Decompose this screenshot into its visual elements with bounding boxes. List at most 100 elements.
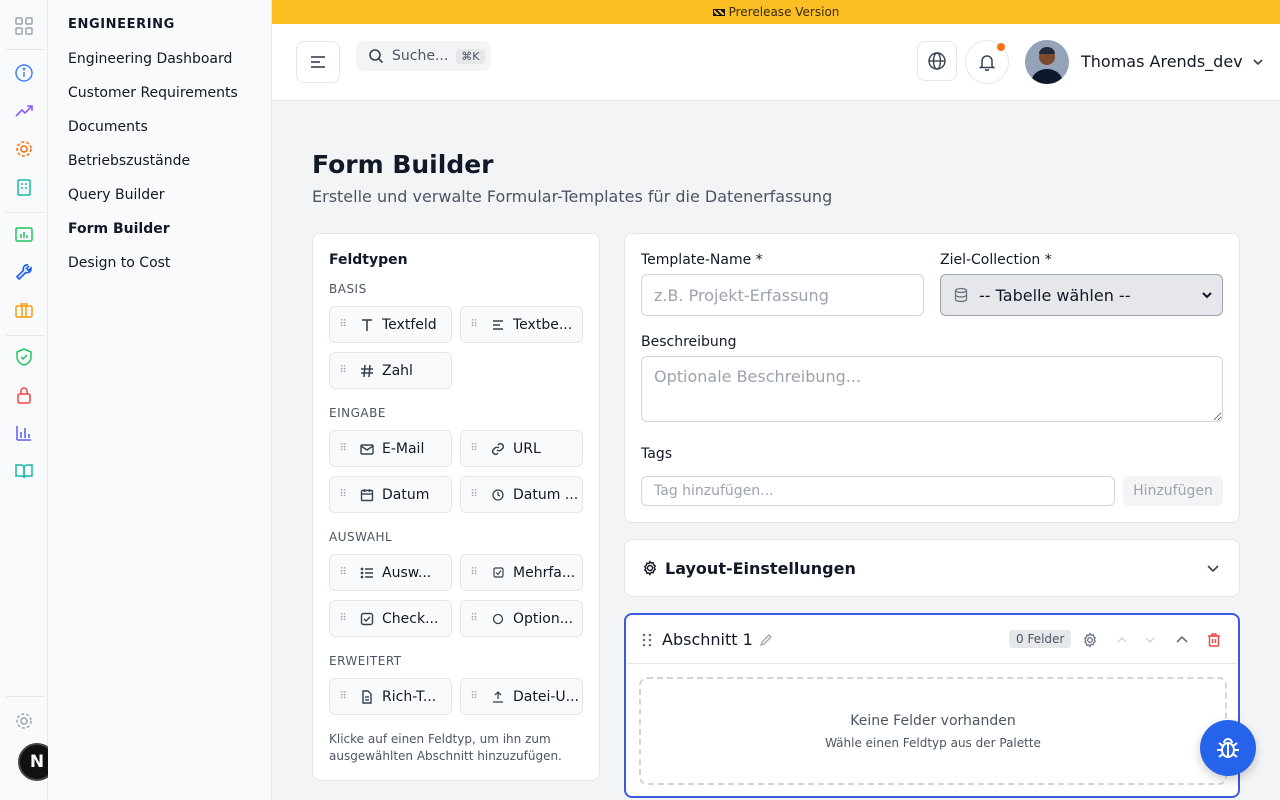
- delete-icon[interactable]: [1204, 630, 1224, 650]
- group-auswahl: AUSWAHL: [329, 530, 393, 544]
- user-avatar[interactable]: [1025, 40, 1069, 84]
- tag-input[interactable]: [641, 476, 1115, 506]
- template-name-label: Template-Name *: [641, 252, 763, 268]
- collection-label: Ziel-Collection *: [940, 252, 1052, 268]
- file-text-icon: [356, 689, 378, 704]
- user-menu[interactable]: Thomas Arends_dev: [1081, 52, 1265, 71]
- drag-handle-icon[interactable]: ⠿: [330, 691, 356, 702]
- field-zahl[interactable]: ⠿ Zahl: [329, 352, 452, 389]
- briefcase-icon[interactable]: [14, 300, 34, 320]
- field-textfeld[interactable]: ⠿ Textfeld: [329, 306, 452, 343]
- drag-handle-icon[interactable]: ⠿: [461, 613, 487, 624]
- chevron-down-icon[interactable]: [1203, 558, 1223, 578]
- layout-settings-panel[interactable]: Layout-Einstellungen: [624, 539, 1240, 597]
- nav-item-engineering-dashboard[interactable]: Engineering Dashboard: [68, 51, 232, 67]
- drag-handle-icon[interactable]: ⠿: [330, 443, 356, 454]
- nav-section-title: ENGINEERING: [68, 17, 175, 32]
- shield-check-icon[interactable]: [14, 347, 34, 367]
- search-shortcut: ⌘K: [456, 48, 485, 64]
- template-name-input[interactable]: [641, 274, 924, 316]
- drag-handle-icon[interactable]: ⠿: [461, 443, 487, 454]
- book-open-icon[interactable]: [14, 461, 34, 481]
- bug-report-button[interactable]: [1200, 720, 1256, 776]
- pencil-icon[interactable]: [756, 630, 776, 650]
- description-label: Beschreibung: [641, 334, 737, 350]
- field-mehrfach[interactable]: ⠿ Mehrfa...: [460, 554, 583, 591]
- building-icon[interactable]: [14, 177, 34, 197]
- field-textbereich[interactable]: ⠿ Textbe...: [460, 306, 583, 343]
- drag-handle-icon[interactable]: ⠿: [330, 567, 356, 578]
- field-datum-zeit[interactable]: ⠿ Datum ...: [460, 476, 583, 513]
- group-eingabe: EINGABE: [329, 406, 386, 420]
- drag-handle-icon[interactable]: ⠿: [461, 691, 487, 702]
- field-richtext[interactable]: ⠿ Rich-T...: [329, 678, 452, 715]
- sidebar-toggle-button[interactable]: [296, 41, 340, 83]
- nav-item-documents[interactable]: Documents: [68, 119, 148, 135]
- search-box[interactable]: Suche... ⌘K: [356, 41, 491, 71]
- move-down-icon[interactable]: [1140, 630, 1160, 650]
- drag-handle-icon[interactable]: ⠿: [330, 489, 356, 500]
- top-header: Suche... ⌘K Thomas Arends_dev: [272, 24, 1280, 101]
- nav-item-form-builder[interactable]: Form Builder: [68, 221, 170, 237]
- field-checkbox[interactable]: ⠿ Check...: [329, 600, 452, 637]
- nav-item-customer-requirements[interactable]: Customer Requirements: [68, 85, 238, 101]
- section-settings-icon[interactable]: [1080, 630, 1100, 650]
- info-icon[interactable]: [14, 63, 34, 83]
- field-count-badge: 0 Felder: [1009, 630, 1072, 648]
- lock-icon[interactable]: [14, 385, 34, 405]
- group-basis: BASIS: [329, 282, 367, 296]
- notifications-button[interactable]: [965, 40, 1009, 84]
- drag-handle-icon[interactable]: [637, 630, 657, 650]
- field-datei-upload[interactable]: ⠿ Datei-U...: [460, 678, 583, 715]
- user-name: Thomas Arends_dev: [1081, 52, 1243, 71]
- field-datum[interactable]: ⠿ Datum: [329, 476, 452, 513]
- bug-icon: [1217, 738, 1239, 758]
- drag-handle-icon[interactable]: ⠿: [330, 319, 356, 330]
- search-placeholder: Suche...: [392, 48, 449, 64]
- list-icon: [356, 566, 378, 580]
- palette-hint: Klicke auf einen Feldtyp, um ihn zum aus…: [329, 732, 562, 763]
- page-title: Form Builder: [312, 150, 494, 179]
- field-auswahl[interactable]: ⠿ Ausw...: [329, 554, 452, 591]
- drag-handle-icon[interactable]: ⠿: [461, 567, 487, 578]
- nav-item-betriebszustaende[interactable]: Betriebszustände: [68, 153, 190, 169]
- search-icon: [369, 49, 384, 64]
- trending-up-icon[interactable]: [14, 101, 34, 121]
- radio-icon: [487, 613, 509, 625]
- menu-icon: [311, 56, 325, 68]
- description-textarea[interactable]: [641, 356, 1223, 422]
- drag-handle-icon[interactable]: ⠿: [461, 319, 487, 330]
- field-dropzone[interactable]: Keine Felder vorhanden Wähle einen Feldt…: [639, 677, 1227, 785]
- link-icon: [487, 442, 509, 456]
- drag-handle-icon[interactable]: ⠿: [330, 613, 356, 624]
- move-up-icon[interactable]: [1112, 630, 1132, 650]
- banner-text: Prerelease Version: [728, 5, 840, 19]
- gear-orange-icon[interactable]: [14, 139, 34, 159]
- bar-chart-icon[interactable]: [14, 423, 34, 443]
- empty-title: Keine Felder vorhanden: [850, 713, 1016, 729]
- settings-icon[interactable]: [14, 711, 34, 731]
- palette-title: Feldtypen: [329, 252, 408, 268]
- collection-dropdown[interactable]: -- Tabelle wählen --: [975, 284, 1215, 306]
- collection-select[interactable]: -- Tabelle wählen --: [940, 274, 1223, 316]
- drag-handle-icon[interactable]: ⠿: [330, 365, 356, 376]
- apps-grid-icon[interactable]: [14, 16, 34, 36]
- nav-item-design-to-cost[interactable]: Design to Cost: [68, 255, 170, 271]
- hash-icon: [356, 364, 378, 378]
- language-button[interactable]: [917, 41, 957, 81]
- icon-rail: [0, 0, 48, 800]
- collapse-icon[interactable]: [1172, 630, 1192, 650]
- mail-icon: [356, 442, 378, 456]
- section-card[interactable]: Abschnitt 1 0 Felder Keine Felder vorhan…: [624, 613, 1240, 798]
- field-url[interactable]: ⠿ URL: [460, 430, 583, 467]
- empty-hint: Wähle einen Feldtyp aus der Palette: [825, 736, 1041, 750]
- multi-check-icon: [487, 567, 509, 578]
- drag-handle-icon[interactable]: ⠿: [461, 489, 487, 500]
- wrench-icon[interactable]: [14, 262, 34, 282]
- add-tag-button[interactable]: Hinzufügen: [1123, 476, 1223, 506]
- chevron-down-icon: [1253, 58, 1263, 65]
- chart-folder-icon[interactable]: [14, 224, 34, 244]
- field-option[interactable]: ⠿ Option...: [460, 600, 583, 637]
- field-email[interactable]: ⠿ E-Mail: [329, 430, 452, 467]
- nav-item-query-builder[interactable]: Query Builder: [68, 187, 165, 203]
